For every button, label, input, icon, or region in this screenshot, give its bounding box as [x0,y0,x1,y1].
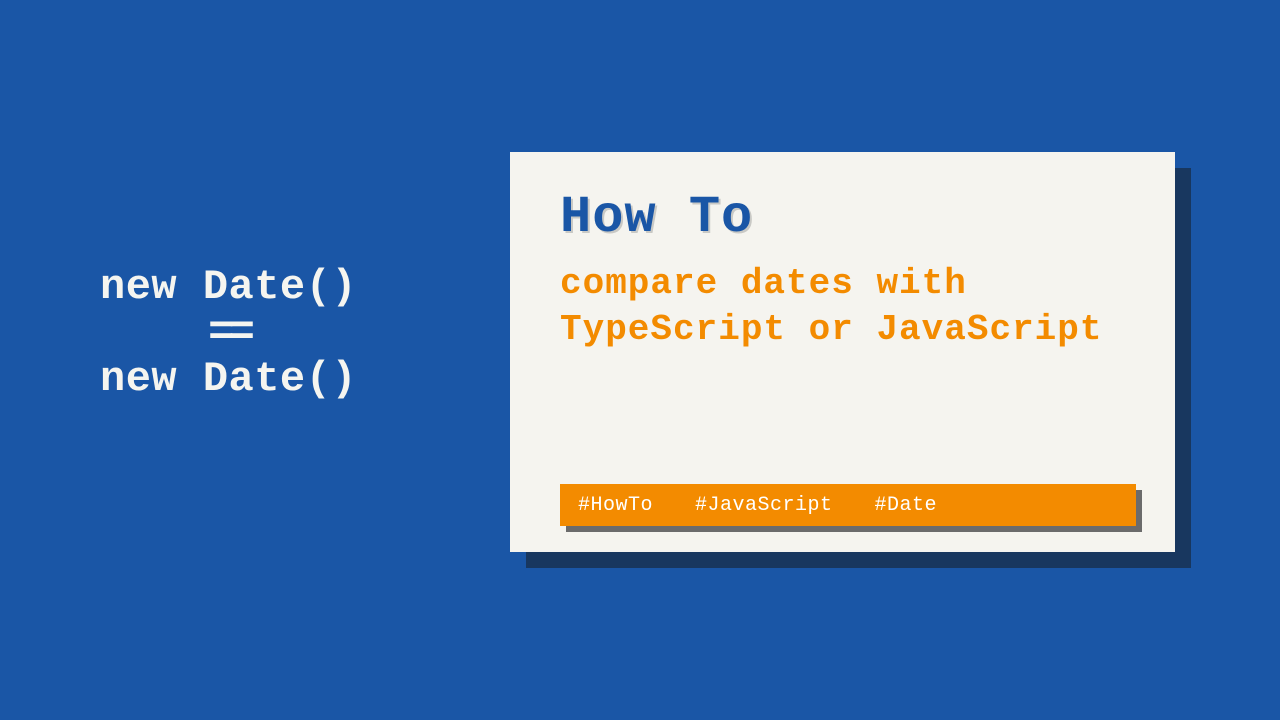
code-snippet: new Date() == new Date() [100,260,357,407]
tag-item: #HowTo [578,494,653,517]
code-line-1: new Date() [100,260,357,315]
card-subtitle: compare dates with TypeScript or JavaScr… [560,261,1135,353]
code-line-2: new Date() [100,352,357,407]
card-title: How To [560,188,1135,247]
tags-bar: #HowTo #JavaScript #Date [560,484,1136,526]
tag-item: #JavaScript [695,494,833,517]
tag-item: #Date [875,494,938,517]
code-equals: == [100,315,357,352]
title-card: How To compare dates with TypeScript or … [510,152,1175,552]
